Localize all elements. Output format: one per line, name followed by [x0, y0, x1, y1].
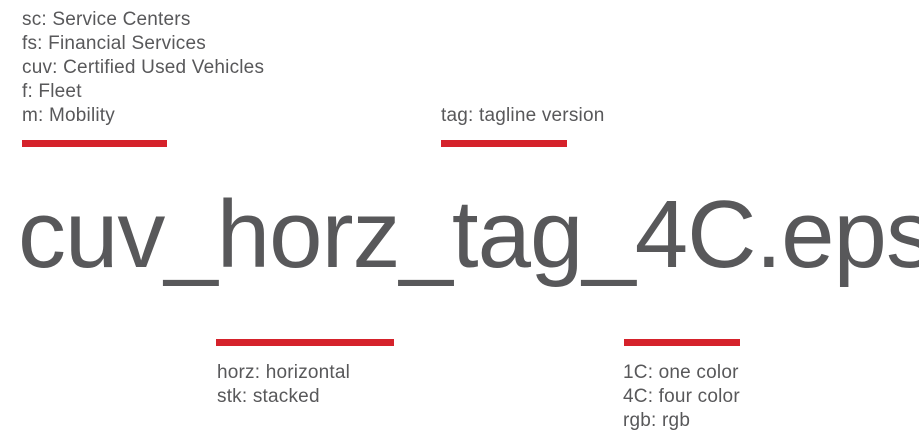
- color-legend-item: 4C: four color: [623, 386, 740, 407]
- color-legend-item: rgb: rgb: [623, 410, 691, 431]
- prefix-legend-item: cuv: Certified Used Vehicles: [22, 57, 265, 78]
- prefix-legend: sc: Service Centers fs: Financial Servic…: [22, 8, 264, 128]
- prefix-legend-item: f: Fleet: [22, 81, 82, 102]
- prefix-legend-item: m: Mobility: [22, 105, 115, 126]
- layout-legend-item: horz: horizontal: [217, 362, 351, 383]
- layout-underline-bar: [216, 339, 394, 346]
- color-legend-item: 1C: one color: [623, 362, 739, 383]
- filename-example: cuv_horz_tag_4C.eps: [18, 181, 919, 288]
- tag-legend-item: tag: tagline version: [441, 105, 605, 126]
- layout-legend-item: stk: stacked: [217, 386, 320, 407]
- tag-legend: tag: tagline version: [441, 104, 605, 128]
- color-legend: 1C: one color 4C: four color rgb: rgb: [623, 361, 740, 433]
- tag-underline-bar: [441, 140, 567, 147]
- prefix-legend-item: fs: Financial Services: [22, 33, 206, 54]
- prefix-legend-item: sc: Service Centers: [22, 9, 191, 30]
- layout-legend: horz: horizontal stk: stacked: [217, 361, 350, 409]
- color-underline-bar: [624, 339, 740, 346]
- prefix-underline-bar: [22, 140, 167, 147]
